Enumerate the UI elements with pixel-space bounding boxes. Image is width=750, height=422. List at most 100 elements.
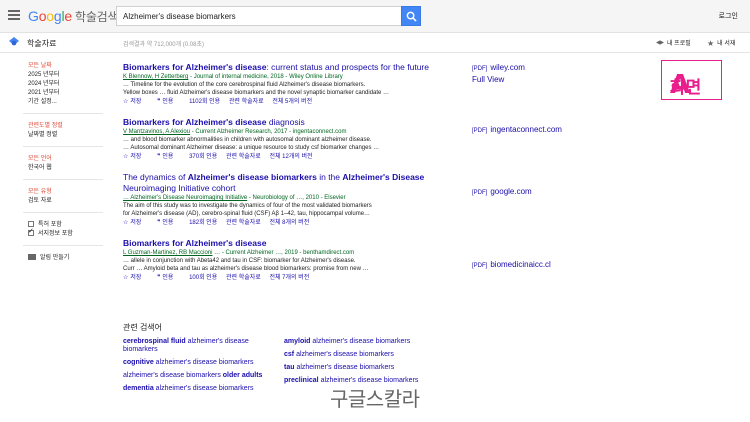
sidebar-divider	[23, 146, 103, 147]
cite-button[interactable]: ❞ 인용	[157, 154, 180, 160]
logo-scholar-text: 학술검색	[75, 10, 119, 24]
filter-review-articles[interactable]: 검토 자료	[28, 197, 113, 206]
filter-any-type[interactable]: 모든 유형	[28, 188, 113, 197]
result-authors: … Alzheimer's Disease Neuroimaging Initi…	[123, 195, 346, 201]
cited-by-link[interactable]: 100회 인용	[189, 275, 217, 281]
save-button[interactable]: ☆ 저장	[123, 154, 148, 160]
save-button[interactable]: ☆ 저장	[123, 275, 148, 281]
result-snippet: … allele in conjunction with Abeta42 and…	[123, 258, 356, 264]
result-title-link[interactable]: Biomarkers for Alzheimer's disease diagn…	[123, 117, 463, 128]
related-searches-title: 관련 검색어	[123, 323, 163, 332]
filter-any-language[interactable]: 모든 언어	[28, 155, 113, 164]
search-button[interactable]	[401, 6, 421, 26]
sidebar-divider	[23, 113, 103, 114]
related-search-link[interactable]: tau alzheimer's disease biomarkers	[284, 364, 434, 372]
cited-by-link[interactable]: 1102회 인용	[189, 99, 220, 105]
save-button[interactable]: ☆ 저장	[123, 99, 148, 105]
quote-icon: ❞	[157, 220, 161, 226]
filter-any-time[interactable]: 모든 날짜	[28, 62, 113, 71]
related-articles-link[interactable]: 관련 학술자료	[226, 275, 261, 281]
star-outline-icon: ☆	[123, 154, 129, 160]
save-button[interactable]: ☆ 저장	[123, 220, 148, 226]
cite-button[interactable]: ❞ 인용	[157, 220, 180, 226]
sort-by-date[interactable]: 날짜별 정렬	[28, 131, 113, 140]
result-snippet: … Autosomal dominant Alzheimer disease: …	[123, 145, 380, 151]
result-title-link[interactable]: The dynamics of Alzheimer's disease biom…	[123, 172, 463, 194]
fulltext-link[interactable]: [PDF] ingentaconnect.com	[472, 124, 562, 137]
cite-button[interactable]: ❞ 인용	[157, 275, 180, 281]
related-search-link[interactable]: cerebrospinal fluid alzheimer's disease …	[123, 338, 273, 354]
sidebar-divider	[23, 212, 103, 213]
cited-by-link[interactable]: 370회 인용	[189, 154, 217, 160]
star-outline-icon: ☆	[123, 275, 129, 281]
all-versions-link[interactable]: 전체 8개의 버전	[269, 220, 309, 226]
my-library-link[interactable]: ★ 내 서재	[707, 38, 735, 48]
search-input[interactable]	[117, 7, 401, 25]
filter-since-2025[interactable]: 2025 년부터	[28, 71, 113, 80]
result-stats: 검색결과 약 712,000개 (0.08초)	[123, 42, 205, 48]
related-search-link[interactable]: alzheimer's disease biomarkers older adu…	[123, 372, 273, 380]
cite-button[interactable]: ❞ 인용	[157, 99, 180, 105]
sort-by-relevance[interactable]: 관련도별 정렬	[28, 122, 113, 131]
search-icon	[406, 11, 417, 22]
result-snippet: for Alzheimer's disease (AD), cerebro-sp…	[123, 211, 371, 217]
screen-a-label: 화면 A	[661, 60, 722, 100]
result-authors: V Mantzavinos, A Alexiou - Current Alzhe…	[123, 129, 347, 135]
result-snippet: … Timeline for the evolution of the core…	[123, 82, 366, 88]
cited-by-link[interactable]: 182회 인용	[189, 220, 217, 226]
related-articles-link[interactable]: 관련 학술자료	[229, 99, 264, 105]
result-authors: K Blennow, H Zetterberg - Journal of int…	[123, 74, 343, 80]
filter-korean-web[interactable]: 한국어 웹	[28, 164, 113, 173]
result-item: The dynamics of Alzheimer's disease biom…	[123, 172, 463, 229]
author-links[interactable]: … Alzheimer's Disease Neuroimaging Initi…	[123, 195, 247, 201]
all-versions-link[interactable]: 전체 5개의 버전	[272, 99, 312, 105]
google-scholar-logo[interactable]: Google 학술검색	[28, 8, 119, 25]
result-snippet: Yellow boxes … fluid Alzheimer's disease…	[123, 90, 390, 96]
include-patents-option[interactable]: 특허 포함	[28, 221, 113, 230]
top-bar: Google학술검색 로그인	[0, 0, 750, 33]
result-snippet: Curr … Amyloid beta and tau as alzheimer…	[123, 266, 369, 272]
author-links[interactable]: V Mantzavinos, A Alexiou	[123, 129, 190, 135]
result-title-link[interactable]: Biomarkers for Alzheimer's disease	[123, 238, 463, 249]
citations-checkbox[interactable]	[28, 227, 34, 237]
result-actions: ☆ 저장 ❞ 인용 100회 인용 관련 학술자료 전체 7개의 버전	[123, 273, 463, 284]
author-links[interactable]: K Blennow, H Zetterberg	[123, 74, 188, 80]
related-articles-link[interactable]: 관련 학술자료	[226, 220, 261, 226]
create-alert-link[interactable]: 알림 만들기	[28, 254, 113, 263]
result-snippet: The aim of this study was to investigate…	[123, 203, 372, 209]
scholar-cap-icon	[9, 37, 19, 46]
result-actions: ☆ 저장 ❞ 인용 182회 인용 관련 학술자료 전체 8개의 버전	[123, 218, 463, 229]
filter-since-2024[interactable]: 2024 년부터	[28, 80, 113, 89]
star-outline-icon: ☆	[123, 99, 129, 105]
my-profile-link[interactable]: 내 프로필	[656, 38, 691, 47]
related-search-link[interactable]: cognitive alzheimer's disease biomarkers	[123, 359, 273, 367]
related-search-link[interactable]: csf alzheimer's disease biomarkers	[284, 351, 434, 359]
sidebar-divider	[23, 179, 103, 180]
include-citations-option[interactable]: 서지정보 포함	[28, 227, 113, 239]
fulltext-link[interactable]: [PDF] biomedicinaicc.cl	[472, 259, 551, 272]
result-authors: L Guzman-Martinez, RB Maccioni … - Curre…	[123, 250, 355, 256]
sub-bar: 학술자료 검색결과 약 712,000개 (0.08초) 내 프로필 ★ 내 서재	[0, 33, 750, 53]
full-view-link[interactable]: Full View	[472, 74, 504, 85]
hamburger-menu-icon[interactable]	[8, 10, 20, 20]
result-title-link[interactable]: Biomarkers for Alzheimer's disease: curr…	[123, 62, 463, 73]
filter-since-2021[interactable]: 2021 년부터	[28, 89, 113, 98]
related-column-left: cerebrospinal fluid alzheimer's disease …	[123, 338, 273, 398]
result-actions: ☆ 저장 ❞ 인용 1102회 인용 관련 학술자료 전체 5개의 버전	[123, 97, 463, 108]
sidebar-divider	[23, 245, 103, 246]
page-title: 학술자료	[27, 39, 57, 48]
related-search-link[interactable]: amyloid alzheimer's disease biomarkers	[284, 338, 434, 346]
all-versions-link[interactable]: 전체 7개의 버전	[269, 275, 309, 281]
related-articles-link[interactable]: 관련 학술자료	[226, 154, 261, 160]
fulltext-link[interactable]: [PDF] google.com	[472, 186, 532, 199]
results-list: Biomarkers for Alzheimer's disease: curr…	[123, 62, 463, 293]
quote-icon: ❞	[157, 99, 161, 105]
login-link[interactable]: 로그인	[719, 11, 738, 21]
quote-icon: ❞	[157, 275, 161, 281]
filter-custom-range[interactable]: 기간 설정...	[28, 98, 113, 107]
result-item: Biomarkers for Alzheimer's disease L Guz…	[123, 238, 463, 284]
result-snippet: … and blood biomarker abnormalities in c…	[123, 137, 372, 143]
author-links[interactable]: L Guzman-Martinez, RB Maccioni	[123, 250, 212, 256]
all-versions-link[interactable]: 전체 12개의 버전	[269, 154, 312, 160]
filter-sidebar: 모든 날짜 2025 년부터 2024 년부터 2021 년부터 기간 설정..…	[23, 62, 113, 263]
